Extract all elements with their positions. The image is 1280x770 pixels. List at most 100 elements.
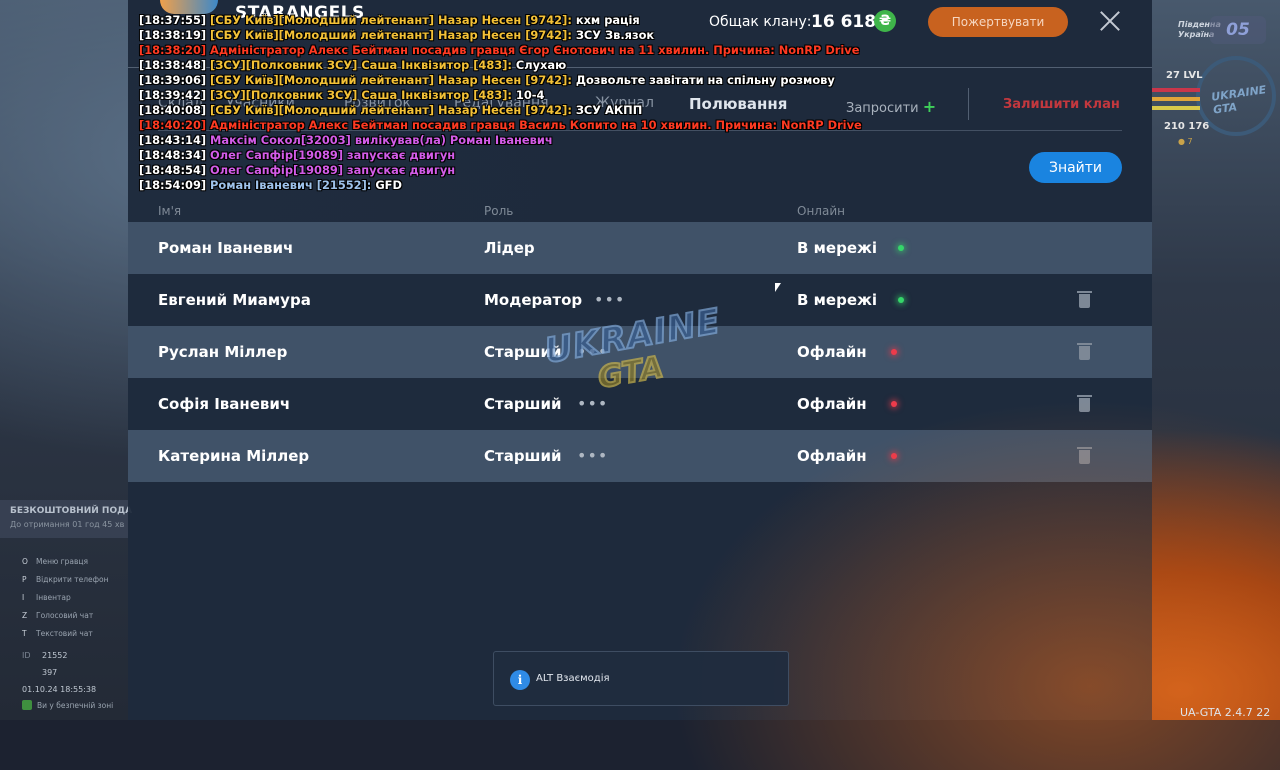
hunger-bar	[1152, 106, 1200, 110]
chat-line: [18:38:20] Адміністратор Алекс Бейтман п…	[139, 43, 959, 58]
hint-row: O Меню гравця	[22, 557, 89, 566]
chat-timestamp: [18:48:54]	[139, 163, 211, 177]
chat-line: [18:37:55] [СБУ Київ][Молодший лейтенант…	[139, 13, 959, 28]
chat-timestamp: [18:38:19]	[139, 28, 211, 42]
chat-line: [18:48:34] Олег Сапфір[19089] запускає д…	[139, 148, 959, 163]
trash-icon[interactable]	[1077, 343, 1092, 360]
member-name: Катерина Міллер	[158, 447, 310, 465]
chat-timestamp: [18:40:08]	[139, 103, 211, 117]
column-header-online: Онлайн	[797, 204, 845, 218]
datetime: 01.10.24 18:55:38	[22, 685, 97, 694]
table-row[interactable]: Катерина Міллер Старший ••• Офлайн	[128, 430, 1152, 482]
armor-bar	[1152, 97, 1200, 101]
trash-icon[interactable]	[1077, 291, 1092, 308]
tabs-divider	[968, 88, 969, 120]
chat-text: Слухаю	[511, 58, 567, 72]
interaction-toast: i ALT Взаємодія	[493, 651, 789, 706]
hint-row: I Інвентар	[22, 593, 71, 602]
chat-text: Дозвольте завітати на спільну розмову	[571, 73, 835, 87]
mouse-cursor	[775, 283, 781, 292]
member-role: Модератор	[484, 291, 583, 309]
member-role: Старший	[484, 395, 562, 413]
close-icon[interactable]	[1097, 8, 1123, 34]
hud-right: Південна Україна 05 UKRAINE GTA 27 LVL 2…	[1152, 0, 1280, 720]
chat-timestamp: [18:39:06]	[139, 73, 211, 87]
chat-text: 10-4	[511, 88, 545, 102]
chat-text: Максім Сокол[32003] вилікував(ла) Роман …	[210, 133, 553, 147]
chat-text: GFD	[371, 178, 402, 192]
chat-text: Роман Іваневич [21552]:	[210, 178, 372, 192]
chat-timestamp: [18:40:20]	[139, 118, 211, 132]
chat-log: [18:37:55] [СБУ Київ][Молодший лейтенант…	[139, 13, 959, 193]
chat-text: [СБУ Київ][Молодший лейтенант] Назар Нес…	[210, 13, 572, 27]
chat-timestamp: [18:38:48]	[139, 58, 211, 72]
member-name: Евгений Миамура	[158, 291, 311, 309]
toast-text: ALT Взаємодія	[536, 673, 610, 684]
server-number: 05	[1210, 16, 1266, 44]
level-text: 27 LVL	[1166, 70, 1203, 81]
member-online: Офлайн	[797, 343, 867, 361]
chat-text: ЗСУ АКПП	[571, 103, 643, 117]
chat-line: [18:54:09] Роман Іваневич [21552]: GFD	[139, 178, 959, 193]
chat-line: [18:43:14] Максім Сокол[32003] вилікував…	[139, 133, 959, 148]
member-online: Офлайн	[797, 447, 867, 465]
online-status-dot	[898, 245, 904, 251]
trash-icon[interactable]	[1077, 395, 1092, 412]
chat-text: ЗСУ Зв.язок	[571, 28, 655, 42]
money-text: 210 176	[1164, 121, 1210, 132]
chat-text: Олег Сапфір[19089] запускає двигун	[210, 163, 456, 177]
chat-line: [18:39:42] [ЗСУ][Полковник ЗСУ] Саша Інк…	[139, 88, 959, 103]
offline-status-dot	[891, 453, 897, 459]
chat-text: кхм рація	[571, 13, 640, 27]
chat-timestamp: [18:43:14]	[139, 133, 211, 147]
chat-text: [ЗСУ][Полковник ЗСУ] Саша Інквізитор [48…	[210, 58, 512, 72]
safe-zone-text: Ви у безпечній зоні	[37, 701, 114, 710]
chat-text: Олег Сапфір[19089] запускає двигун	[210, 148, 456, 162]
coins-text: ● 7	[1178, 137, 1193, 146]
member-name: Софія Іваневич	[158, 395, 291, 413]
clan-logo	[160, 0, 218, 14]
leave-clan-button[interactable]: Залишити клан	[1003, 97, 1120, 112]
chat-line: [18:38:48] [ЗСУ][Полковник ЗСУ] Саша Інк…	[139, 58, 959, 73]
member-name: Руслан Міллер	[158, 343, 288, 361]
role-menu-icon[interactable]: •••	[594, 290, 625, 309]
online-count: 397	[42, 668, 58, 677]
member-role: Старший	[484, 447, 562, 465]
chat-timestamp: [18:48:34]	[139, 148, 211, 162]
chat-text: [ЗСУ][Полковник ЗСУ] Саша Інквізитор [48…	[210, 88, 512, 102]
chat-timestamp: [18:54:09]	[139, 178, 211, 192]
chat-text: Адміністратор Алекс Бейтман посадив грав…	[210, 118, 862, 132]
promo-subtitle: До отримання 01 год 45 хв	[10, 520, 125, 529]
chat-line: [18:40:08] [СБУ Київ][Молодший лейтенант…	[139, 103, 959, 118]
player-id: ID 21552	[22, 651, 68, 660]
member-online: В мережі	[797, 291, 878, 309]
offline-status-dot	[891, 349, 897, 355]
chat-line: [18:38:19] [СБУ Київ][Молодший лейтенант…	[139, 28, 959, 43]
trash-icon[interactable]	[1077, 447, 1092, 464]
health-bar	[1152, 88, 1200, 92]
find-button[interactable]: Знайти	[1029, 152, 1122, 183]
chat-line: [18:48:54] Олег Сапфір[19089] запускає д…	[139, 163, 959, 178]
column-header-role: Роль	[484, 204, 514, 218]
chat-text: Адміністратор Алекс Бейтман посадив грав…	[210, 43, 860, 57]
column-header-name: Ім'я	[158, 204, 182, 218]
chat-text: [СБУ Київ][Молодший лейтенант] Назар Нес…	[210, 103, 572, 117]
chat-timestamp: [18:37:55]	[139, 13, 211, 27]
safe-zone-icon	[22, 700, 32, 710]
hint-row: P Відкрити телефон	[22, 575, 109, 584]
hint-row: Z Голосовий чат	[22, 611, 94, 620]
chat-text: [СБУ Київ][Молодший лейтенант] Назар Нес…	[210, 73, 572, 87]
info-icon: i	[510, 670, 530, 690]
member-name: Роман Іваневич	[158, 239, 294, 257]
chat-line: [18:40:20] Адміністратор Алекс Бейтман п…	[139, 118, 959, 133]
member-role: Лідер	[484, 239, 535, 257]
offline-status-dot	[891, 401, 897, 407]
member-online: В мережі	[797, 239, 878, 257]
chat-line: [18:39:06] [СБУ Київ][Молодший лейтенант…	[139, 73, 959, 88]
table-row[interactable]: Роман Іваневич Лідер В мережі	[128, 222, 1152, 274]
online-status-dot	[898, 297, 904, 303]
member-online: Офлайн	[797, 395, 867, 413]
promo-title: БЕЗКОШТОВНИЙ ПОДА	[10, 506, 133, 516]
chat-timestamp: [18:39:42]	[139, 88, 211, 102]
role-menu-icon[interactable]: •••	[577, 446, 608, 465]
